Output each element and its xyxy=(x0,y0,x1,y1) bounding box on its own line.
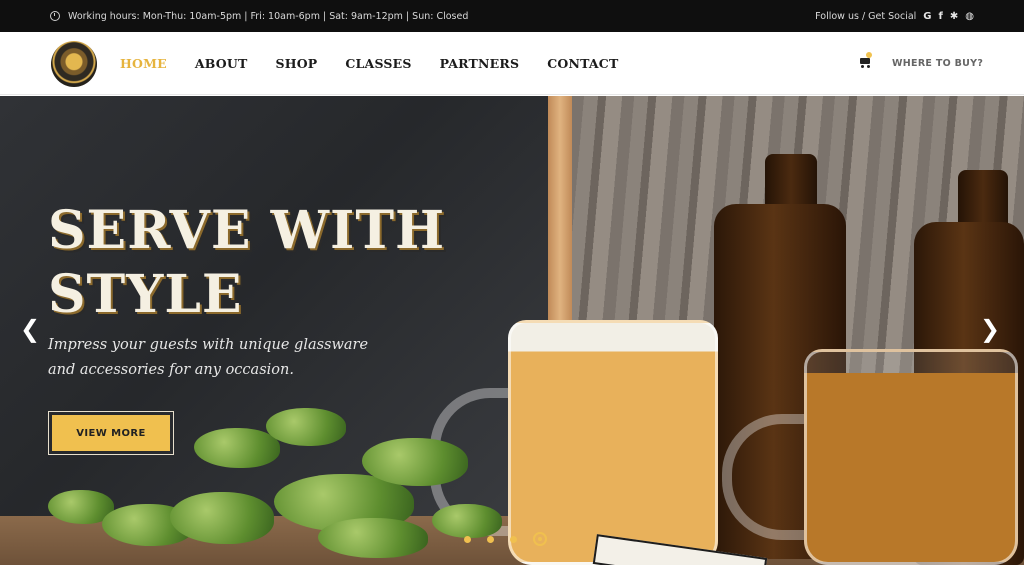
view-more-button[interactable]: VIEW MORE xyxy=(48,411,174,455)
social-group: Follow us / Get Social G f ✱ ◍ xyxy=(815,11,974,22)
nav-partners[interactable]: PARTNERS xyxy=(440,56,520,71)
top-info-bar: Working hours: Mon-Thu: 10am-5pm | Fri: … xyxy=(0,0,1024,32)
cart-wheel-right xyxy=(867,65,870,68)
main-menu: HOME ABOUT SHOP CLASSES PARTNERS CONTACT xyxy=(120,32,618,95)
working-hours-group: Working hours: Mon-Thu: 10am-5pm | Fri: … xyxy=(50,11,468,22)
main-navbar: HOME ABOUT SHOP CLASSES PARTNERS CONTACT… xyxy=(0,32,1024,95)
cart-wheel-left xyxy=(861,65,864,68)
nav-shop[interactable]: SHOP xyxy=(275,56,317,71)
slide-dot-4-active[interactable] xyxy=(533,532,547,546)
beer-mug-right xyxy=(804,349,1018,565)
hop-cone xyxy=(194,428,280,468)
nav-about[interactable]: ABOUT xyxy=(195,56,248,71)
slide-dot-3[interactable] xyxy=(510,535,517,543)
nav-contact[interactable]: CONTACT xyxy=(547,56,618,71)
where-to-buy-link[interactable]: WHERE TO BUY? xyxy=(892,58,983,69)
hero-title-line-2: STYLE xyxy=(48,264,243,325)
slide-dot-2[interactable] xyxy=(487,535,494,543)
hero-slider: SERVE WITH STYLE Impress your guests wit… xyxy=(0,96,1024,565)
cart-icon[interactable] xyxy=(858,52,872,68)
slide-dot-1[interactable] xyxy=(464,535,471,543)
nav-home[interactable]: HOME xyxy=(120,56,167,71)
view-more-button-label: VIEW MORE xyxy=(52,415,170,451)
slider-pagination xyxy=(464,532,547,546)
clock-icon xyxy=(50,11,60,21)
working-hours-text: Working hours: Mon-Thu: 10am-5pm | Fri: … xyxy=(68,10,469,22)
yelp-icon[interactable]: ✱ xyxy=(950,11,958,22)
hero-subtitle: Impress your guests with unique glasswar… xyxy=(48,337,369,378)
chevron-right-icon[interactable]: ❯ xyxy=(980,317,1000,341)
hero-title: SERVE WITH STYLE xyxy=(48,199,468,327)
cart-body xyxy=(860,58,870,64)
brand-logo[interactable] xyxy=(51,41,97,87)
follow-label: Follow us / Get Social xyxy=(815,10,917,22)
beer-mug-left xyxy=(508,320,718,565)
cart-badge xyxy=(866,52,872,58)
hop-cone xyxy=(266,408,346,446)
facebook-icon[interactable]: f xyxy=(939,11,943,22)
nav-classes[interactable]: CLASSES xyxy=(345,56,411,71)
chevron-left-icon[interactable]: ❮ xyxy=(20,317,40,341)
hop-cone xyxy=(362,438,468,486)
google-icon[interactable]: G xyxy=(923,11,931,22)
hop-cone xyxy=(318,518,428,558)
globe-icon[interactable]: ◍ xyxy=(965,11,974,22)
hop-cone xyxy=(170,492,274,544)
hero-title-line-1: SERVE WITH xyxy=(48,200,446,261)
